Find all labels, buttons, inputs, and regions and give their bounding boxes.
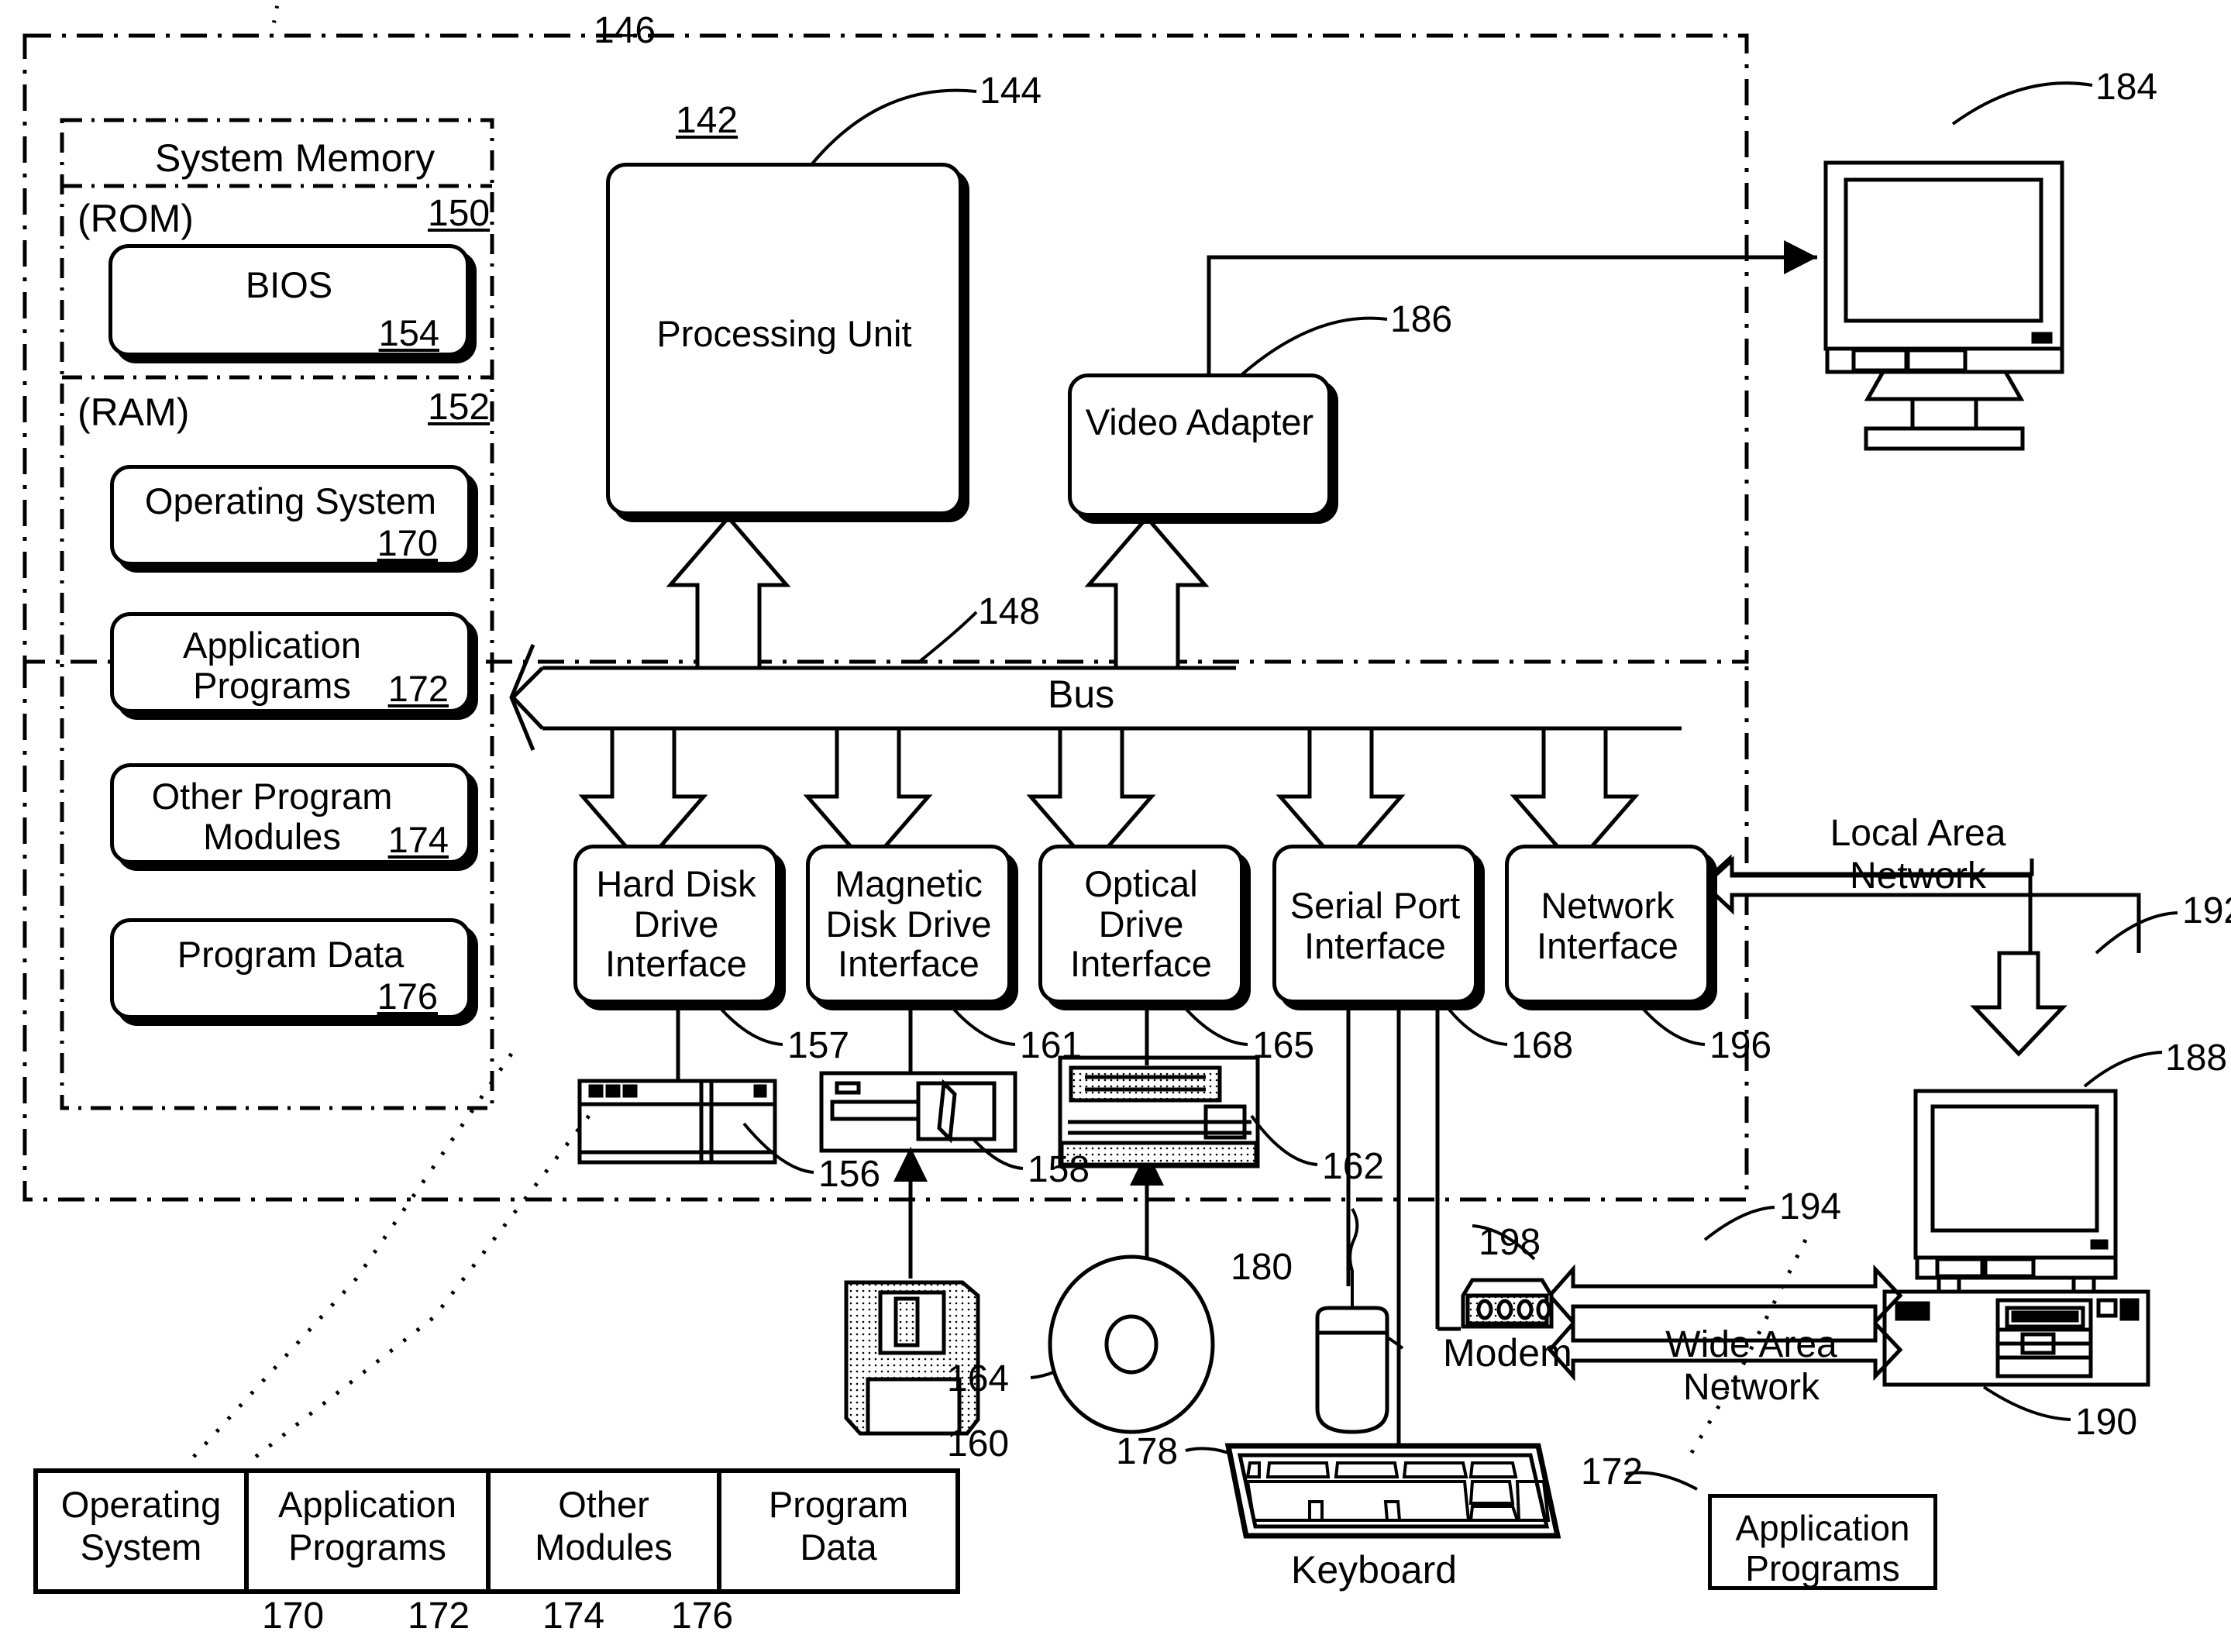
keyboard-label: Keyboard [1291,1548,1458,1592]
ram-label: (RAM) [77,391,190,434]
optical-drive-interface-box: Optical Drive Interface [1038,845,1244,1003]
ram-ref: 152 [428,387,491,428]
other-program-modules-box: Other Program Modules 174 [110,763,471,864]
magnetic-disk-drive-ref: 158 [1028,1149,1090,1190]
operating-system-ref: 170 [377,522,438,563]
network-interface-label: Network Interface [1537,885,1678,966]
keyboard-ref: 178 [1116,1431,1179,1472]
monitor-ref: 184 [2095,67,2158,108]
magnetic-disk-drive-interface-ref: 161 [1020,1025,1083,1066]
remote-application-programs-box: Application Programs [1708,1494,1937,1590]
application-programs-ref: 172 [387,668,449,709]
outer-frame-ref: 146 [594,10,656,51]
network-interface-box: Network Interface [1505,845,1710,1003]
table-cell-application-programs: Application Programs [278,1484,456,1568]
hard-disk-drive-ref: 156 [818,1154,881,1195]
magnetic-disk-drive-interface-box: Magnetic Disk Drive Interface [806,845,1011,1003]
hard-disk-drive-interface-ref: 157 [787,1025,850,1066]
video-adapter-label: Video Adapter [1085,401,1314,442]
processing-unit-lead-ref: 144 [980,71,1042,112]
serial-port-interface-ref: 168 [1511,1025,1574,1066]
remote-application-programs-label: Application Programs [1735,1508,1910,1588]
table-ref-program-data: 176 [671,1595,734,1637]
table-ref-other-modules: 174 [542,1595,605,1637]
system-memory-title: System Memory [155,136,436,180]
optical-drive-interface-ref: 165 [1252,1025,1315,1066]
bios-box: BIOS 154 [108,244,470,356]
operating-system-label: Operating System [144,480,437,521]
hard-disk-drive-interface-box: Hard Disk Drive Interface [573,845,779,1003]
processing-unit-label: Processing Unit [656,313,912,354]
table-cell-other-modules: Other Modules [535,1484,673,1568]
optical-disk-ref: 164 [947,1358,1010,1399]
program-data-label: Program Data [177,934,405,975]
serial-port-interface-box: Serial Port Interface [1272,845,1478,1003]
lan-ref: 192 [2182,890,2231,931]
remote-monitor-ref: 188 [2165,1038,2228,1079]
table-cell-operating-system: Operating System [60,1484,222,1568]
bios-ref: 154 [378,312,439,353]
remote-application-programs-ref: 172 [1581,1451,1644,1492]
figure-canvas: System Memory (ROM) 150 BIOS 154 (RAM) 1… [0,0,2231,1652]
remote-chassis-ref: 190 [2075,1402,2138,1443]
rom-label: (ROM) [77,197,194,240]
network-interface-ref: 196 [1709,1025,1772,1066]
rom-ref: 150 [428,193,491,234]
program-data-ref: 176 [377,976,438,1017]
serial-port-interface-label: Serial Port Interface [1289,885,1461,966]
table-cell-program-data: Program Data [768,1484,909,1568]
video-adapter-ref: 186 [1390,299,1453,340]
table-ref-application-programs: 172 [408,1595,470,1637]
processing-unit-box: Processing Unit [606,163,962,515]
application-programs-box: Application Programs 172 [110,612,471,713]
floppy-disk-ref: 160 [947,1423,1010,1464]
wan-ref: 194 [1779,1186,1842,1227]
bus-ref: 148 [978,591,1041,632]
table-ref-operating-system: 170 [262,1595,325,1637]
other-program-modules-ref: 174 [387,819,449,860]
modem-ref: 198 [1479,1222,1541,1263]
bios-label: BIOS [245,264,333,305]
modem-label: Modem [1443,1331,1572,1375]
bus-label: Bus [1048,673,1115,716]
optical-drive-interface-label: Optical Drive Interface [1070,863,1212,985]
video-adapter-box: Video Adapter [1068,373,1331,517]
lan-label: Local Area Network [1830,813,2006,897]
mouse-ref: 180 [1231,1247,1293,1288]
optical-drive-ref: 162 [1322,1146,1385,1187]
operating-system-box: Operating System 170 [110,465,471,566]
program-data-box: Program Data 176 [110,918,471,1019]
magnetic-disk-drive-interface-label: Magnetic Disk Drive Interface [825,863,992,985]
wan-label: Wide Area Network [1665,1324,1837,1408]
hard-disk-drive-interface-label: Hard Disk Drive Interface [596,863,756,985]
processing-unit-group-ref: 142 [676,100,739,141]
